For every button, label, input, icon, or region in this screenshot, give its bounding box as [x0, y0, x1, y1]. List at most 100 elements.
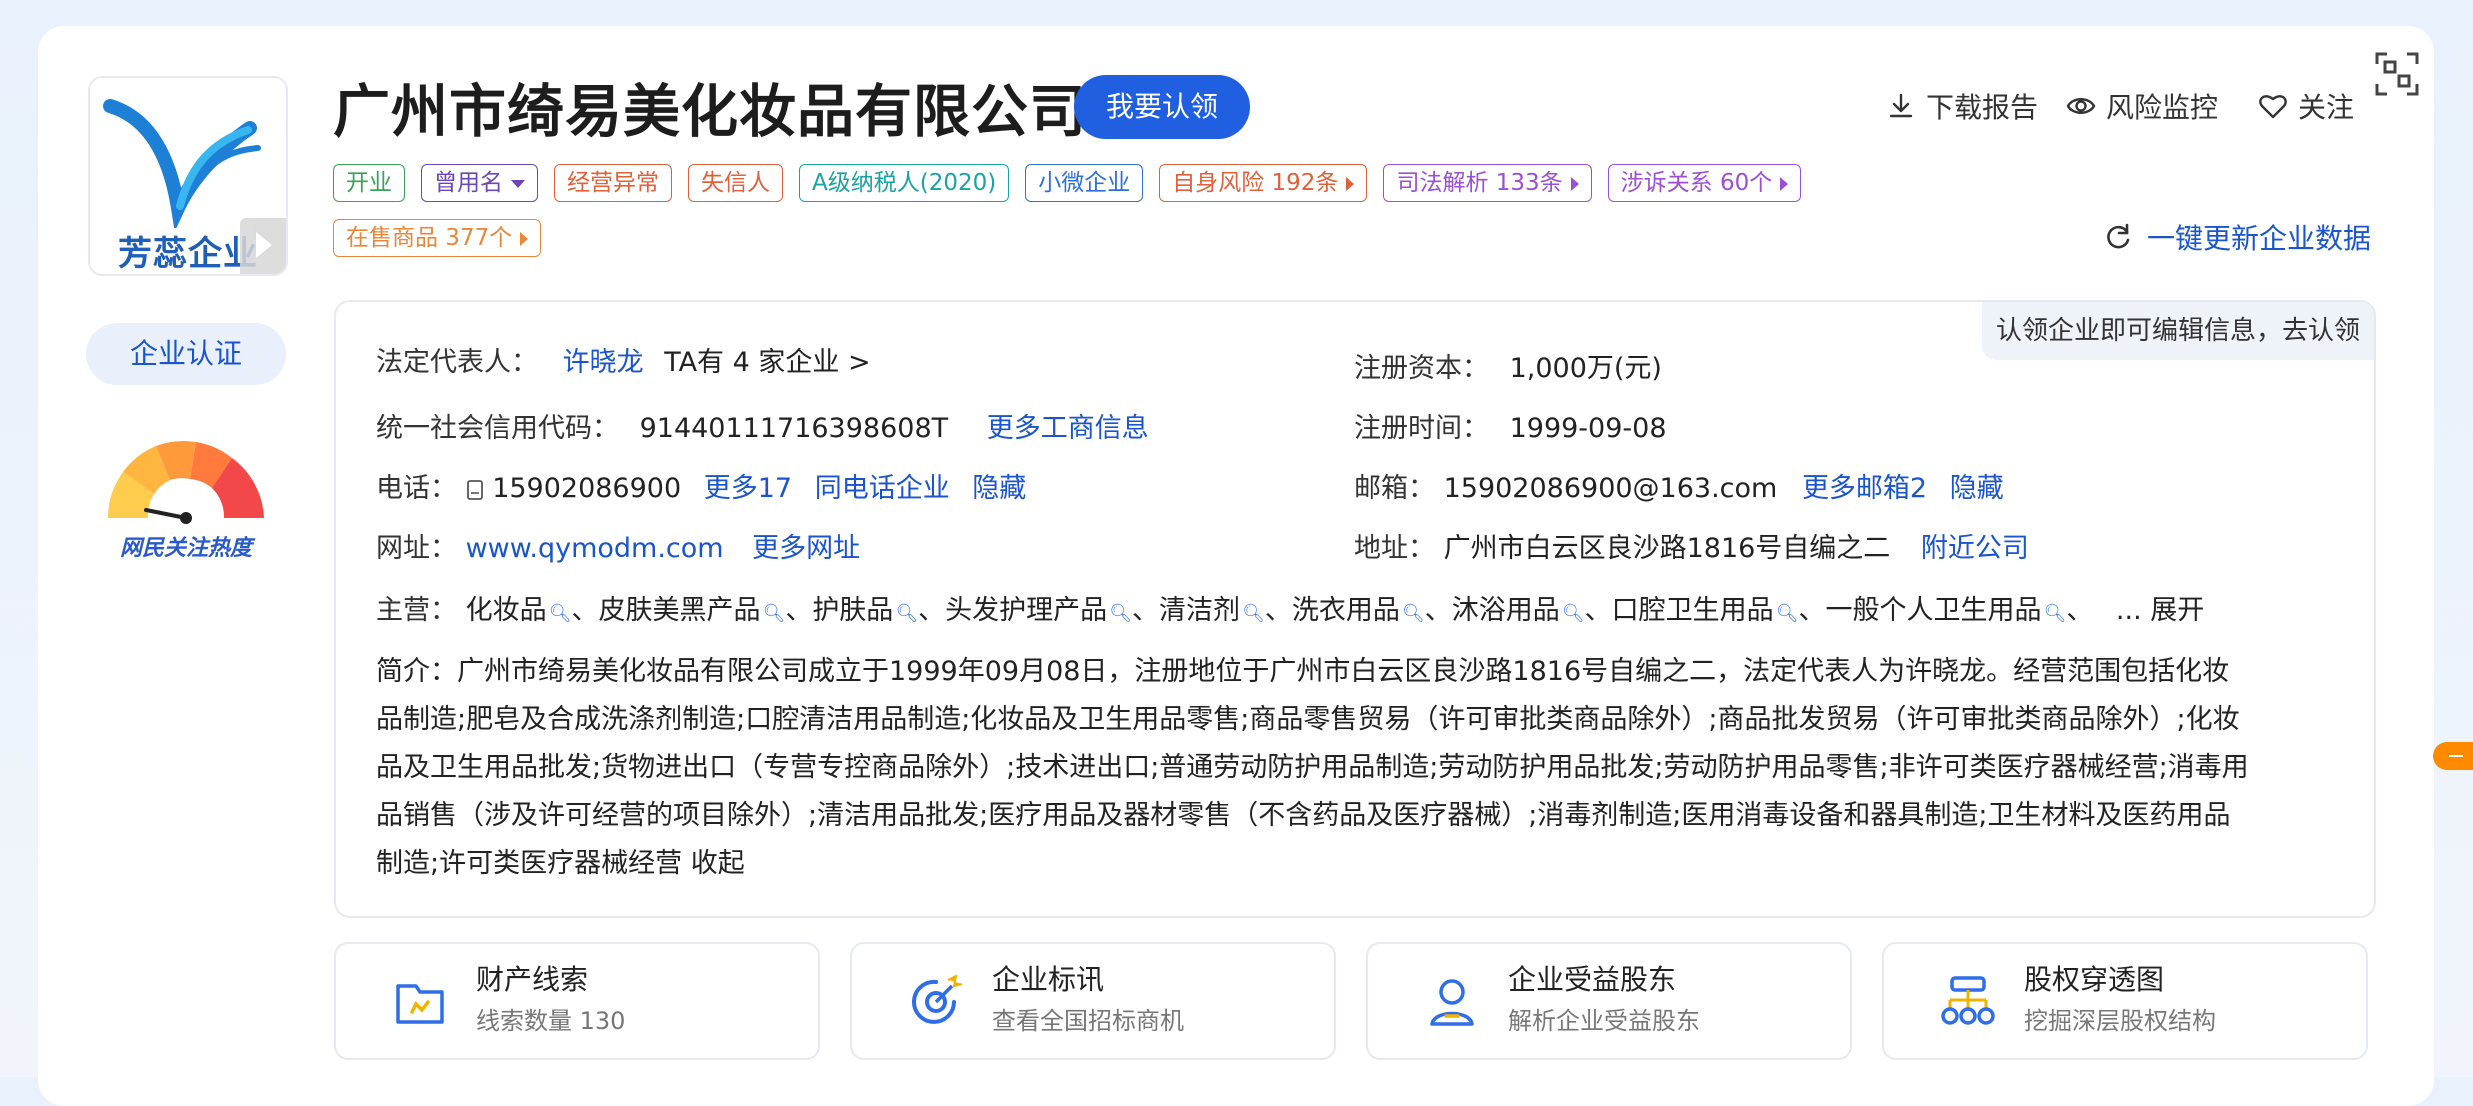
search-icon[interactable]: 🔍︎: [549, 603, 572, 624]
card-subtitle: 线索数量 130: [476, 1007, 626, 1035]
address-label: 地址：: [1354, 533, 1435, 564]
target-icon: [912, 974, 963, 1024]
download-icon: [1889, 93, 1913, 118]
intro-text: 广州市绮易美化妆品有限公司成立于1999年09月08日，注册地位于广州市白云区良…: [376, 656, 2249, 879]
side-float-tab[interactable]: [2433, 742, 2473, 770]
more-business-link[interactable]: 更多工商信息: [987, 413, 1149, 444]
reg-date-value: 1999-09-08: [1509, 413, 1667, 444]
address-value: 广州市白云区良沙路1816号自编之二: [1443, 533, 1891, 564]
main-business-item[interactable]: 一般个人卫生用品: [1825, 595, 2041, 626]
reg-capital-row: 注册资本： 1,000万(元): [1354, 346, 1662, 385]
card-title: 企业受益股东: [1508, 963, 1677, 996]
search-icon[interactable]: 🔍︎: [2043, 603, 2066, 624]
card-property-clues[interactable]: 财产线索 线索数量 130: [334, 942, 820, 1060]
claim-hint[interactable]: 认领企业即可编辑信息，去认领: [1981, 302, 2374, 360]
reg-date-label: 注册时间：: [1354, 413, 1489, 444]
heat-label: 网民关注热度: [119, 536, 252, 561]
heart-icon: [2259, 95, 2287, 119]
status-tag: 开业: [333, 164, 405, 202]
website-label: 网址：: [376, 533, 457, 564]
status-tag[interactable]: 曾用名: [421, 164, 538, 202]
collapse-link[interactable]: 收起: [691, 848, 745, 879]
main-business-item[interactable]: 头发护理产品: [945, 595, 1107, 626]
main-business-item[interactable]: 洗衣用品: [1292, 595, 1400, 626]
hide-email-link[interactable]: 隐藏: [1950, 473, 2004, 504]
separator: 、: [1264, 595, 1292, 626]
card-title: 股权穿透图: [2024, 963, 2165, 996]
same-phone-link[interactable]: 同电话企业: [815, 473, 950, 504]
main-business-item[interactable]: 护肤品: [812, 595, 893, 626]
card-tender-info[interactable]: 企业标讯 查看全国招标商机: [850, 942, 1336, 1060]
separator: 、: [1798, 595, 1826, 626]
nearby-link[interactable]: 附近公司: [1921, 533, 2029, 564]
status-tag: A级纳税人(2020): [799, 164, 1010, 202]
card-equity-chart[interactable]: 股权穿透图 挖掘深层股权结构: [1882, 942, 2368, 1060]
phone-value: 15902086900: [492, 473, 682, 504]
search-icon[interactable]: 🔍︎: [762, 603, 785, 624]
intro-paragraph: 简介：广州市绮易美化妆品有限公司成立于1999年09月08日，注册地位于广州市白…: [376, 648, 2256, 888]
status-tag[interactable]: 在售商品 377个: [333, 219, 542, 257]
status-tag[interactable]: 涉诉关系 60个: [1607, 164, 1802, 202]
more-phone-link[interactable]: 更多17: [704, 473, 792, 504]
main-items: 化妆品 🔍︎、皮肤美黑产品 🔍︎、护肤品 🔍︎、头发护理产品 🔍︎、清洁剂 🔍︎、洗衣用品…: [466, 595, 2094, 626]
search-icon[interactable]: 🔍︎: [1402, 603, 1425, 624]
credit-code-value: 91440111716398608T: [639, 413, 949, 444]
separator: 、: [918, 595, 946, 626]
separator: 、: [2066, 595, 2094, 626]
legal-rep-row: 法定代表人： 许晓龙 TA有 4 家企业 >: [376, 340, 871, 379]
search-icon[interactable]: 🔍︎: [1562, 603, 1585, 624]
risk-monitor-button[interactable]: 风险监控: [2066, 86, 2218, 126]
search-icon[interactable]: 🔍︎: [895, 603, 918, 624]
status-tag: 经营异常: [554, 164, 672, 202]
tag-row-2: 在售商品 377个: [333, 219, 542, 257]
phone-icon: [466, 480, 483, 500]
hide-phone-link[interactable]: 隐藏: [972, 473, 1026, 504]
play-icon[interactable]: [240, 218, 286, 274]
card-beneficial-owners[interactable]: 企业受益股东 解析企业受益股东: [1366, 942, 1852, 1060]
main-business-item[interactable]: 化妆品: [466, 595, 547, 626]
follow-label: 关注: [2298, 91, 2355, 124]
claim-button[interactable]: 我要认领: [1074, 75, 1250, 139]
card-title: 财产线索: [476, 963, 589, 996]
card-subtitle: 查看全国招标商机: [992, 1007, 1184, 1035]
website-row: 网址： www.qymodm.com 更多网址: [376, 526, 860, 565]
more-email-link[interactable]: 更多邮箱2: [1802, 473, 1927, 504]
qr-code-icon[interactable]: [2373, 50, 2421, 98]
enterprise-cert-button[interactable]: 企业认证: [86, 323, 286, 385]
phone-label: 电话：: [376, 473, 457, 504]
separator: 、: [571, 595, 599, 626]
expand-link[interactable]: ... 展开: [2116, 595, 2204, 626]
legal-rep-label: 法定代表人：: [376, 347, 538, 378]
download-report-button[interactable]: 下载报告: [1886, 86, 2038, 126]
search-icon[interactable]: 🔍︎: [1776, 603, 1799, 624]
main-business-item[interactable]: 口腔卫生用品: [1612, 595, 1774, 626]
legal-rep-link[interactable]: 许晓龙: [563, 347, 644, 378]
caret-down-icon: [511, 179, 525, 188]
reg-date-row: 注册时间： 1999-09-08: [1354, 406, 1667, 445]
email-row: 邮箱： 15902086900@163.com 更多邮箱2 隐藏: [1354, 466, 2004, 505]
person-icon: [1430, 979, 1474, 1026]
company-info-panel: 认领企业即可编辑信息，去认领 法定代表人： 许晓龙 TA有 4 家企业 > 注册…: [334, 300, 2376, 918]
caret-right-icon: [520, 231, 529, 246]
main-business-item[interactable]: 清洁剂: [1159, 595, 1240, 626]
refresh-icon: [2107, 223, 2130, 249]
more-website-link[interactable]: 更多网址: [752, 533, 860, 564]
legal-rep-companies[interactable]: TA有 4 家企业 >: [664, 347, 870, 378]
separator: 、: [1132, 595, 1160, 626]
separator: 、: [1584, 595, 1612, 626]
caret-right-icon: [1570, 176, 1579, 191]
company-logo[interactable]: 芳蕊企业: [88, 76, 288, 276]
update-data-link[interactable]: 一键更新企业数据: [2103, 217, 2371, 257]
status-tag[interactable]: 自身风险 192条: [1159, 164, 1368, 202]
search-icon[interactable]: 🔍︎: [1242, 603, 1265, 624]
main-business-item[interactable]: 皮肤美黑产品: [598, 595, 760, 626]
heat-gauge-icon: [108, 440, 264, 524]
reg-capital-value: 1,000万(元): [1509, 353, 1662, 384]
status-tag: 失信人: [688, 164, 783, 202]
search-icon[interactable]: 🔍︎: [1109, 603, 1132, 624]
status-tag[interactable]: 司法解析 133条: [1383, 164, 1592, 202]
website-link[interactable]: www.qymodm.com: [466, 533, 724, 564]
follow-button[interactable]: 关注: [2258, 86, 2354, 126]
main-business-item[interactable]: 沐浴用品: [1452, 595, 1560, 626]
eye-icon: [2066, 98, 2096, 114]
